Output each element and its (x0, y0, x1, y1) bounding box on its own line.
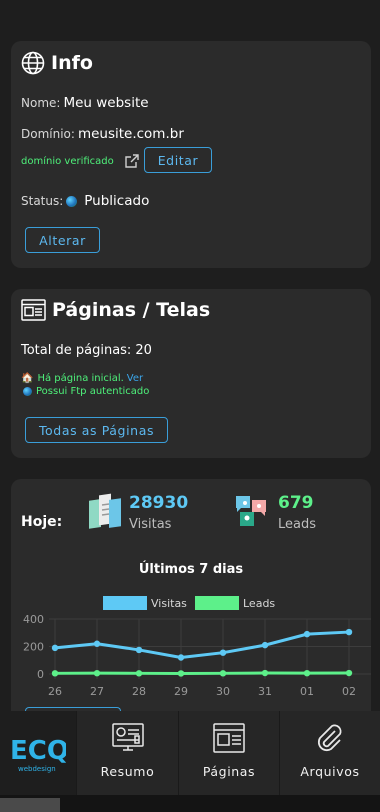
x-tick-label: 27 (90, 685, 104, 698)
total-pages-label: Total de páginas: (21, 343, 132, 358)
total-pages-row: Total de páginas: 20 (21, 343, 152, 358)
data-point-visitas (51, 644, 59, 652)
globe-icon (21, 51, 45, 75)
leads-label: Leads (278, 517, 317, 532)
pages-nav-icon (213, 723, 245, 753)
nav-paginas-label: Páginas (202, 764, 256, 779)
bottom-nav: ECQ webdesign Resumo Páginas Arquivos (0, 711, 380, 795)
ftp-row: Possui Ftp autenticado (21, 386, 149, 397)
legend-label-visitas: Visitas (151, 597, 187, 610)
external-link-icon[interactable] (124, 153, 140, 169)
status-value: Publicado (84, 193, 150, 209)
all-pages-button[interactable]: Todas as Páginas (25, 417, 168, 443)
domain-value: meusite.com.br (77, 126, 184, 142)
x-tick-label: 02 (342, 685, 356, 698)
data-point-visitas (303, 630, 311, 638)
data-point-leads (93, 669, 101, 677)
scrollbar[interactable] (0, 795, 380, 812)
x-tick-label: 26 (48, 685, 62, 698)
data-point-leads (219, 670, 227, 677)
home-page-text: Há página inicial. (37, 373, 124, 384)
name-label: Nome: (21, 96, 61, 110)
visits-icon (89, 493, 121, 529)
status-globe-icon (66, 195, 78, 207)
data-point-leads (177, 670, 185, 677)
data-point-leads (345, 669, 353, 677)
y-tick-label: 0 (37, 668, 44, 681)
pages-icon (21, 299, 46, 321)
domain-row: Domínio: meusite.com.br (21, 126, 184, 142)
today-label: Hoje: (21, 514, 63, 530)
leads-icon (236, 496, 266, 526)
x-tick-label: 01 (300, 685, 314, 698)
ftp-globe-icon (23, 387, 32, 396)
total-pages-value: 20 (135, 343, 152, 358)
domain-status-row: domínio verificado (21, 153, 140, 169)
data-point-visitas (93, 640, 101, 647)
status-row: Status: Publicado (21, 193, 149, 209)
domain-verified-text: domínio verificado (21, 155, 114, 167)
data-point-visitas (177, 654, 185, 661)
nav-arquivos[interactable]: Arquivos (279, 711, 380, 795)
home-page-row: 🏠 Há página inicial. Ver (21, 373, 143, 384)
change-button[interactable]: Alterar (25, 227, 100, 253)
stats-card: Hoje: 28930 Visitas 679 Leads Últimos 7 … (11, 479, 371, 711)
info-title: Info (21, 51, 93, 75)
y-tick-label: 400 (23, 613, 44, 626)
data-point-visitas (219, 649, 227, 656)
legend-swatch-leads (195, 596, 239, 610)
home-icon: 🏠 (21, 373, 34, 384)
dashboard-icon (111, 723, 144, 751)
visits-label: Visitas (129, 517, 172, 532)
data-point-visitas (345, 628, 353, 636)
scrollbar-thumb[interactable] (0, 798, 60, 812)
data-point-leads (261, 669, 269, 677)
brand-logo[interactable]: ECQ webdesign (0, 711, 76, 795)
legend-swatch-visitas (103, 596, 147, 610)
x-tick-label: 29 (174, 685, 188, 698)
name-value: Meu website (63, 95, 149, 111)
ecq-logo-icon: ECQ webdesign (10, 736, 66, 773)
data-point-leads (51, 670, 59, 677)
nav-resumo[interactable]: Resumo (76, 711, 178, 795)
svg-text:webdesign: webdesign (18, 765, 56, 773)
chart-title: Últimos 7 dias (139, 561, 244, 577)
nav-paginas[interactable]: Páginas (178, 711, 279, 795)
edit-button[interactable]: Editar (144, 147, 212, 173)
name-row: Nome: Meu website (21, 95, 149, 111)
weekly-chart: Últimos 7 dias Visitas Leads 0 200 400 26 27 28 2… (23, 561, 371, 698)
pages-title: Páginas / Telas (21, 298, 210, 322)
x-tick-label: 31 (258, 685, 272, 698)
leads-value: 679 (278, 493, 314, 513)
data-point-leads (135, 670, 143, 677)
pages-card: Páginas / Telas Total de páginas: 20 🏠 H… (11, 289, 371, 458)
svg-text:ECQ: ECQ (10, 736, 66, 766)
data-point-visitas (135, 646, 143, 654)
ftp-text: Possui Ftp autenticado (36, 386, 150, 397)
nav-arquivos-label: Arquivos (300, 764, 360, 779)
info-card: Info Nome: Meu website Domínio: meusite.… (11, 41, 371, 268)
legend-label-leads: Leads (243, 597, 275, 610)
visits-value: 28930 (129, 493, 189, 513)
nav-resumo-label: Resumo (100, 764, 155, 779)
data-point-visitas (261, 641, 269, 649)
data-point-leads (303, 669, 311, 677)
status-label: Status: (21, 194, 64, 208)
x-tick-label: 28 (132, 685, 146, 698)
domain-label: Domínio: (21, 127, 75, 141)
view-home-link[interactable]: Ver (127, 373, 143, 384)
x-tick-label: 30 (216, 685, 230, 698)
y-tick-label: 200 (23, 641, 44, 654)
paperclip-icon (317, 724, 342, 752)
